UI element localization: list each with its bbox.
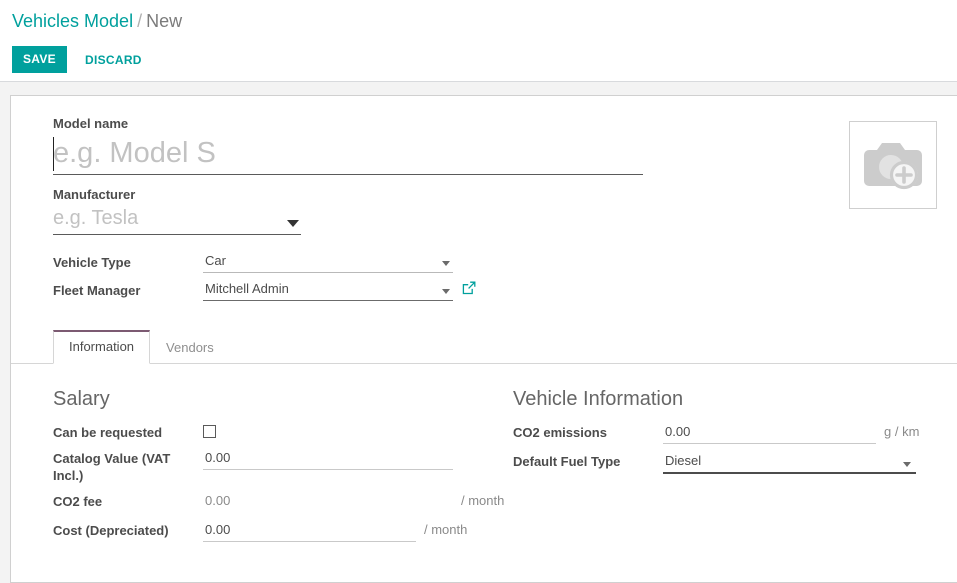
action-button-row: SAVE DISCARD bbox=[12, 46, 146, 73]
cost-depreciated-label: Cost (Depreciated) bbox=[53, 523, 169, 538]
can-be-requested-row: Can be requested bbox=[53, 422, 483, 441]
model-name-field bbox=[53, 134, 643, 175]
cost-depreciated-row: Cost (Depreciated) / month bbox=[53, 520, 483, 542]
co2-fee-suffix: / month bbox=[461, 493, 505, 508]
co2-emissions-value: g / km bbox=[663, 422, 919, 444]
tab-strip: Information Vendors bbox=[11, 330, 957, 364]
cost-depreciated-input[interactable] bbox=[203, 520, 416, 542]
breadcrumb-root-link[interactable]: Vehicles Model bbox=[12, 11, 133, 31]
default-fuel-type-row: Default Fuel Type bbox=[513, 451, 916, 474]
vehicle-type-label: Vehicle Type bbox=[53, 255, 131, 270]
chevron-down-icon[interactable] bbox=[442, 261, 450, 266]
co2-fee-readonly-value: 0.00 bbox=[205, 493, 231, 508]
chevron-down-icon[interactable] bbox=[903, 462, 911, 467]
cost-depreciated-value: / month bbox=[203, 520, 483, 542]
breadcrumb-current: New bbox=[146, 11, 183, 31]
co2-emissions-row: CO2 emissions g / km bbox=[513, 422, 919, 444]
catalog-value-row: Catalog Value (VAT Incl.) bbox=[53, 448, 483, 484]
vehicle-type-field bbox=[203, 251, 453, 273]
external-link-icon[interactable] bbox=[462, 279, 476, 298]
co2-fee-label: CO2 fee bbox=[53, 494, 103, 509]
default-fuel-type-label: Default Fuel Type bbox=[513, 454, 621, 469]
can-be-requested-checkbox[interactable] bbox=[203, 425, 216, 438]
salary-group-title: Salary bbox=[53, 388, 110, 410]
fleet-manager-label: Fleet Manager bbox=[53, 283, 141, 298]
model-name-label: Model name bbox=[53, 116, 129, 131]
save-button[interactable]: SAVE bbox=[12, 46, 67, 73]
tab-panel-information: Salary Can be requested Catalog Value (V… bbox=[53, 364, 941, 549]
catalog-value-label: Catalog Value (VAT Incl.) bbox=[53, 451, 171, 483]
default-fuel-type-value bbox=[663, 451, 916, 474]
can-be-requested-value bbox=[203, 422, 483, 438]
manufacturer-input[interactable] bbox=[53, 205, 301, 235]
fleet-manager-input[interactable] bbox=[203, 279, 453, 301]
camera-plus-icon bbox=[862, 137, 924, 193]
tab-information[interactable]: Information bbox=[53, 330, 151, 364]
fleet-manager-row: Fleet Manager bbox=[53, 279, 941, 301]
breadcrumb: Vehicles Model / New bbox=[12, 9, 182, 33]
page-background: Model name Manufacturer Vehicle Type Fle… bbox=[0, 82, 957, 583]
control-panel: Vehicles Model / New SAVE DISCARD bbox=[0, 0, 957, 82]
breadcrumb-separator: / bbox=[137, 11, 143, 31]
tab-vendors[interactable]: Vendors bbox=[150, 331, 230, 364]
vehicle-type-row: Vehicle Type bbox=[53, 251, 941, 273]
notebook: Information Vendors Salary Can be reques… bbox=[11, 330, 957, 549]
chevron-down-icon[interactable] bbox=[287, 220, 299, 227]
co2-emissions-label: CO2 emissions bbox=[513, 425, 607, 440]
manufacturer-field bbox=[53, 205, 301, 235]
vehicle-information-group-title: Vehicle Information bbox=[513, 388, 684, 410]
model-name-input[interactable] bbox=[53, 134, 643, 175]
co2-fee-value: 0.00 / month bbox=[203, 491, 504, 513]
catalog-value-value bbox=[203, 448, 483, 470]
salary-group: Salary Can be requested Catalog Value (V… bbox=[53, 386, 504, 549]
form-sheet: Model name Manufacturer Vehicle Type Fle… bbox=[10, 95, 957, 583]
discard-button[interactable]: DISCARD bbox=[81, 47, 146, 73]
can-be-requested-label: Can be requested bbox=[53, 425, 163, 440]
co2-emissions-suffix: g / km bbox=[884, 424, 920, 439]
text-caret bbox=[53, 137, 54, 171]
vehicle-information-group: Vehicle Information CO2 emissions g / km… bbox=[483, 386, 919, 549]
default-fuel-type-input[interactable] bbox=[663, 451, 916, 474]
catalog-value-input[interactable] bbox=[203, 448, 453, 470]
vehicle-type-input[interactable] bbox=[203, 251, 453, 273]
manufacturer-label: Manufacturer bbox=[53, 187, 136, 202]
chevron-down-icon[interactable] bbox=[442, 289, 450, 294]
fleet-manager-field bbox=[203, 279, 453, 301]
cost-depreciated-suffix: / month bbox=[424, 522, 468, 537]
co2-emissions-input[interactable] bbox=[663, 422, 876, 444]
vehicle-image-upload[interactable] bbox=[849, 121, 937, 209]
co2-fee-row: CO2 fee 0.00 / month bbox=[53, 491, 504, 513]
